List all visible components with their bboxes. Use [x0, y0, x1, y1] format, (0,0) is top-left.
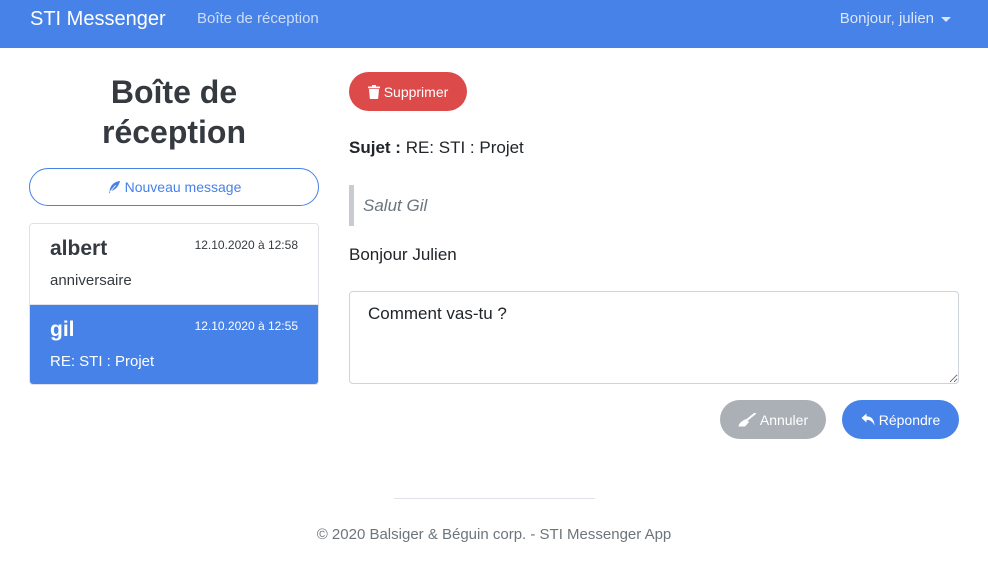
- reply-icon: [861, 413, 875, 426]
- subject-label: Sujet :: [349, 138, 401, 157]
- list-item-active[interactable]: gil 12.10.2020 à 12:55 RE: STI : Projet: [30, 304, 318, 384]
- cancel-label: Annuler: [759, 411, 809, 428]
- new-message-label: Nouveau message: [124, 179, 242, 195]
- user-greeting: Bonjour, julien: [839, 10, 934, 27]
- page-title-line2: réception: [101, 114, 247, 150]
- nav-link-inbox[interactable]: Boîte de réception: [197, 10, 319, 28]
- page-title-line1: Boîte de: [110, 74, 238, 110]
- trash-icon: [367, 84, 380, 99]
- subject-value: RE: STI : Projet: [405, 138, 524, 157]
- message-body: Bonjour Julien: [349, 245, 457, 264]
- reply-button[interactable]: Répondre: [842, 400, 959, 439]
- user-dropdown[interactable]: Bonjour, julien: [840, 10, 951, 28]
- message-subject: RE: STI : Projet: [50, 353, 155, 370]
- quoted-message: Salut Gil: [349, 185, 649, 226]
- quoted-text: Salut Gil: [363, 195, 428, 215]
- new-message-button[interactable]: Nouveau message: [29, 168, 319, 206]
- message-sender: gil: [50, 318, 75, 341]
- delete-label: Supprimer: [383, 83, 449, 100]
- message-date: 12.10.2020 à 12:55: [194, 319, 298, 333]
- chevron-down-icon: [941, 17, 951, 22]
- broom-icon: [738, 412, 756, 426]
- feather-icon: [108, 180, 120, 194]
- message-list: albert 12.10.2020 à 12:58 anniversaire g…: [29, 223, 319, 385]
- delete-button[interactable]: Supprimer: [349, 72, 467, 111]
- list-item[interactable]: albert 12.10.2020 à 12:58 anniversaire: [30, 224, 318, 304]
- message-date: 12.10.2020 à 12:58: [194, 238, 298, 252]
- message-subject-line: Sujet : RE: STI : Projet: [349, 138, 524, 158]
- footer-divider: [394, 498, 595, 499]
- brand-link[interactable]: STI Messenger: [30, 7, 166, 31]
- reply-textarea[interactable]: [349, 291, 959, 384]
- reply-label: Répondre: [878, 411, 941, 428]
- cancel-button[interactable]: Annuler: [720, 400, 826, 439]
- footer-copyright: © 2020 Balsiger & Béguin corp. - STI Mes…: [316, 526, 672, 543]
- navbar: STI Messenger Boîte de réception Bonjour…: [0, 0, 988, 48]
- page-title: Boîte de réception: [29, 72, 319, 152]
- message-subject: anniversaire: [50, 272, 132, 289]
- message-sender: albert: [50, 237, 108, 260]
